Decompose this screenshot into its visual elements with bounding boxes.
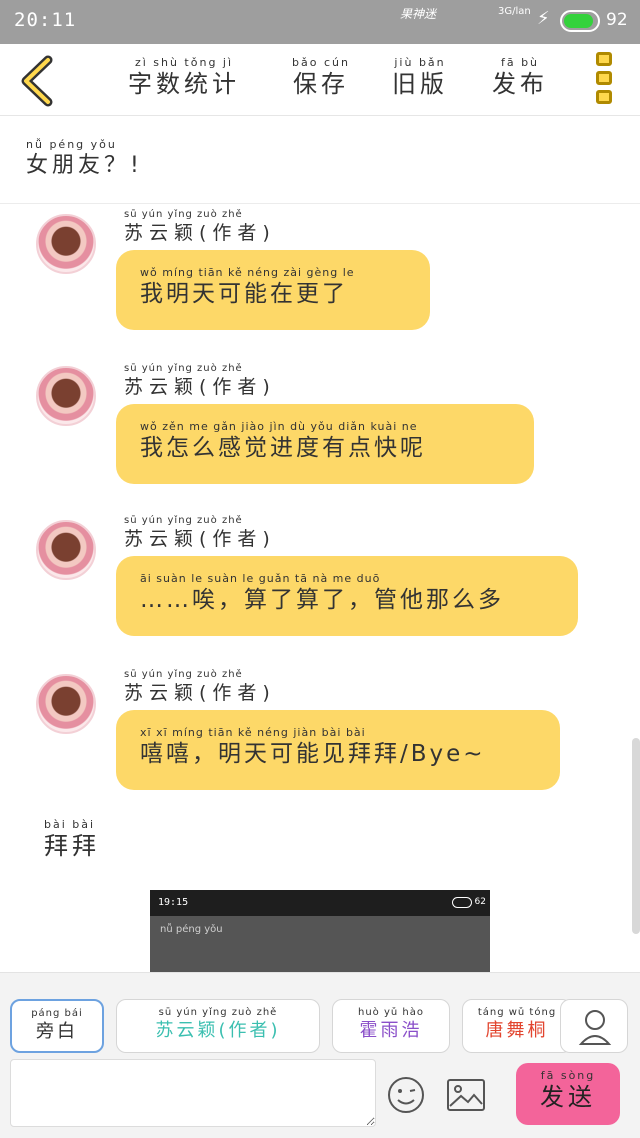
story-title: 女朋友？! [26, 153, 143, 178]
avatar[interactable] [36, 674, 96, 734]
message-bubble[interactable]: āi suàn le suàn le guǎn tā nà me duō ……唉… [116, 556, 578, 636]
scrollbar[interactable] [632, 738, 640, 934]
message-input[interactable] [10, 1059, 376, 1127]
chevron-left-icon [21, 55, 53, 107]
embedded-battery-icon [452, 897, 472, 908]
network-indicator: 3G/lan [498, 6, 531, 17]
compose-panel: páng bái 旁白 sū yún yǐng zuò zhě 苏云颖(作者) … [0, 972, 640, 1138]
charging-icon: ⚡ [537, 8, 550, 29]
role-chip-su-yunying[interactable]: sū yún yǐng zuò zhě 苏云颖(作者) [116, 999, 320, 1053]
add-character-button[interactable] [560, 999, 628, 1053]
avatar[interactable] [36, 520, 96, 580]
save-button[interactable]: bǎo cún 保存 [292, 56, 350, 99]
image-icon [447, 1079, 485, 1111]
sender-name: sū yún yǐng zuò zhě 苏云颖(作者) [124, 209, 276, 244]
story-title-row[interactable]: nǚ péng yǒu 女朋友？! [0, 116, 640, 204]
emoji-button[interactable] [386, 1075, 426, 1115]
battery-fill [564, 14, 594, 28]
story-title-pinyin: nǚ péng yǒu [26, 138, 117, 151]
status-time: 20:11 [14, 9, 77, 31]
old-version-button[interactable]: jiù bǎn 旧版 [392, 56, 448, 99]
message-bubble[interactable]: wǒ zěn me gǎn jiào jìn dù yǒu diǎn kuài … [116, 404, 534, 484]
sender-name: sū yún yǐng zuò zhě 苏云颖(作者) [124, 363, 276, 398]
message-bubble[interactable]: xī xī míng tiān kě néng jiàn bài bài 嘻嘻，… [116, 710, 560, 790]
carrier-logo: 果神迷 [400, 7, 437, 21]
battery-level: 92 [606, 10, 628, 30]
avatar[interactable] [36, 366, 96, 426]
embedded-content: nǚ péng yǒu [150, 916, 490, 972]
embedded-status-bar: 19:15 [150, 890, 490, 916]
send-button[interactable]: fā sòng 发送 [516, 1063, 620, 1125]
publish-button[interactable]: fā bù 发布 [492, 56, 548, 99]
menu-icon[interactable] [596, 52, 614, 108]
back-button[interactable] [18, 54, 58, 108]
battery-icon [560, 10, 600, 32]
narration-message[interactable]: bài bài 拜拜 [44, 818, 100, 861]
embedded-screenshot[interactable]: 19:15 62 nǚ péng yǒu [150, 890, 490, 972]
sender-name: sū yún yǐng zuò zhě 苏云颖(作者) [124, 515, 276, 550]
role-chip-tang-wutong[interactable]: táng wǔ tóng 唐舞桐 [462, 999, 572, 1053]
user-icon [578, 1010, 612, 1045]
role-chip-huo-yuhao[interactable]: huò yǔ hào 霍雨浩 [332, 999, 450, 1053]
status-bar: 20:11 果神迷 3G/lan ⚡ 92 [0, 0, 640, 44]
word-count-button[interactable]: zì shù tǒng jì 字数统计 [128, 56, 240, 99]
smiley-icon [388, 1077, 424, 1113]
avatar[interactable] [36, 214, 96, 274]
role-chip-narrator[interactable]: páng bái 旁白 [10, 999, 104, 1053]
sender-name: sū yún yǐng zuò zhě 苏云颖(作者) [124, 669, 276, 704]
editor-toolbar: zì shù tǒng jì 字数统计 bǎo cún 保存 jiù bǎn 旧… [0, 44, 640, 116]
message-bubble[interactable]: wǒ míng tiān kě néng zài gèng le 我明天可能在更… [116, 250, 430, 330]
image-button[interactable] [446, 1077, 486, 1113]
